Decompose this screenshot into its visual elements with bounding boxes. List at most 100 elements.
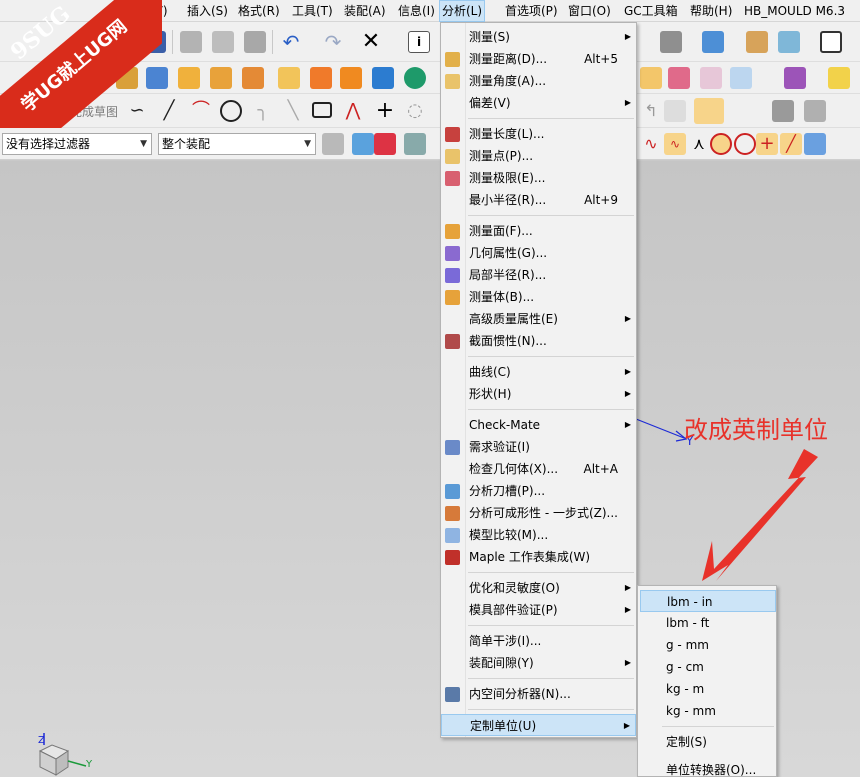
intersection-icon[interactable]: ⋏ (688, 133, 710, 155)
menu-item-deviation[interactable]: 偏差(V) ▶ (441, 92, 636, 114)
menu-item-measure-angle[interactable]: 测量角度(A)... (441, 70, 636, 92)
type-filter-dropdown[interactable]: 没有选择过滤器 ▼ (2, 133, 152, 155)
menu-item-requirements-validation[interactable]: 需求验证(I) (441, 436, 636, 458)
menu-item-space-analyzer[interactable]: 内空间分析器(N)... (441, 683, 636, 705)
menu-item-measure[interactable]: 测量(S) ▶ (441, 26, 636, 48)
point-icon[interactable]: + (374, 100, 396, 122)
menu-item-examine-geometry[interactable]: 检查几何体(X)... Alt+A (441, 458, 636, 480)
snap-midpoint-icon[interactable] (404, 133, 426, 155)
menu-hb-mould[interactable]: HB_MOULD M6.3 (742, 0, 847, 22)
menu-gc-toolkit[interactable]: GC工具箱 (622, 0, 680, 22)
menu-information[interactable]: 信息(I) (396, 0, 437, 22)
menu-item-simple-interference[interactable]: 简单干涉(I)... (441, 630, 636, 652)
trim-icon[interactable]: ↰ (640, 100, 662, 122)
view-icon[interactable] (778, 31, 800, 53)
undo-icon[interactable]: ↶ (280, 31, 302, 53)
menu-insert[interactable]: 插入(S) (185, 0, 230, 22)
menu-item-section-inertia[interactable]: 截面惯性(N)... (441, 330, 636, 352)
block-icon[interactable] (702, 31, 724, 53)
arc-center-icon[interactable] (710, 133, 732, 155)
cut-icon[interactable] (180, 31, 202, 53)
unit-kg-mm[interactable]: kg - mm (640, 700, 776, 722)
unit-lbm-ft[interactable]: lbm - ft (640, 612, 776, 634)
circle-icon[interactable] (220, 100, 242, 122)
curve-snap-icon[interactable]: ∿ (640, 133, 662, 155)
unit-g-mm[interactable]: g - mm (640, 634, 776, 656)
selection-scope-dropdown[interactable]: 整个装配 ▼ (158, 133, 316, 155)
filter-settings-icon[interactable] (322, 133, 344, 155)
offset-face-icon[interactable] (278, 67, 300, 89)
rectangle-icon[interactable] (312, 102, 332, 118)
datum-point-icon[interactable] (404, 67, 426, 89)
relations-icon[interactable] (804, 100, 826, 122)
snap-point-icon[interactable] (352, 133, 374, 155)
menu-item-measure-body[interactable]: 测量体(B)... (441, 286, 636, 308)
arc-icon[interactable]: ⌒ (190, 100, 212, 122)
menu-item-analyze-pocket[interactable]: 分析刀槽(P)... (441, 480, 636, 502)
menu-item-advanced-mass-properties[interactable]: 高级质量属性(E) ▶ (441, 308, 636, 330)
background-icon[interactable] (820, 31, 842, 53)
snap-endpoint-icon[interactable] (374, 133, 396, 155)
menu-format[interactable]: 格式(R) (236, 0, 282, 22)
shaded-icon[interactable] (730, 67, 752, 89)
menu-item-mold-part-validation[interactable]: 模具部件验证(P) ▶ (441, 599, 636, 621)
menu-item-local-radius[interactable]: 局部半径(R)... (441, 264, 636, 286)
array-icon[interactable] (340, 67, 362, 89)
unit-custom[interactable]: 定制(S) (640, 731, 776, 753)
menu-item-geometric-properties[interactable]: 几何属性(G)... (441, 242, 636, 264)
paste-icon[interactable] (244, 31, 266, 53)
delete-icon[interactable]: ✕ (360, 31, 382, 53)
menu-item-check-mate[interactable]: Check-Mate ▶ (441, 414, 636, 436)
constraint-icon[interactable] (664, 100, 686, 122)
point-on-curve-icon[interactable]: ╱ (780, 133, 802, 155)
boss-icon[interactable] (178, 67, 200, 89)
menu-item-optimization[interactable]: 优化和灵敏度(O) ▶ (441, 577, 636, 599)
menu-item-custom-units[interactable]: 定制单位(U) ▶ (441, 714, 636, 736)
info-icon[interactable]: i (408, 31, 430, 53)
menu-item-measure-point[interactable]: 测量点(P)... (441, 145, 636, 167)
face-icon[interactable] (660, 31, 682, 53)
menu-item-measure-limits[interactable]: 测量极限(E)... (441, 167, 636, 189)
menu-item-model-compare[interactable]: 模型比较(M)... (441, 524, 636, 546)
polygon-icon[interactable]: ⋀ (342, 100, 364, 122)
point-on-face-icon[interactable] (804, 133, 826, 155)
menu-tools[interactable]: 工具(T) (290, 0, 335, 22)
control-point-icon[interactable]: ∿ (664, 133, 686, 155)
unite-icon[interactable] (372, 67, 394, 89)
menu-item-formability-analysis[interactable]: 分析可成形性 - 一步式(Z)... (441, 502, 636, 524)
surface-icon[interactable] (640, 67, 662, 89)
material-icon[interactable] (828, 67, 850, 89)
menu-item-measure-distance[interactable]: 测量距离(D)... Alt+5 (441, 48, 636, 70)
pocket-icon[interactable] (210, 67, 232, 89)
fillet-icon[interactable]: ╮ (252, 100, 274, 122)
unit-lbm-in[interactable]: lbm - in (640, 590, 776, 612)
menu-assembly[interactable]: 装配(A) (342, 0, 388, 22)
menu-preferences[interactable]: 首选项(P) (503, 0, 560, 22)
menu-item-measure-face[interactable]: 测量面(F)... (441, 220, 636, 242)
existing-point-icon[interactable]: + (756, 133, 778, 155)
redo-icon[interactable]: ↷ (322, 31, 344, 53)
menu-help[interactable]: 帮助(H) (688, 0, 734, 22)
menu-item-measure-length[interactable]: 测量长度(L)... (441, 123, 636, 145)
unit-converter[interactable]: 单位转换器(O)... (640, 759, 776, 777)
pad-icon[interactable] (242, 67, 264, 89)
unit-g-cm[interactable]: g - cm (640, 656, 776, 678)
menu-item-curve[interactable]: 曲线(C) ▶ (441, 361, 636, 383)
unit-kg-m[interactable]: kg - m (640, 678, 776, 700)
copy-icon[interactable] (212, 31, 234, 53)
menu-analysis[interactable]: 分析(L) (439, 0, 486, 22)
dimension-icon[interactable] (694, 98, 724, 124)
mesh-icon[interactable] (668, 67, 690, 89)
pattern-icon[interactable] (310, 67, 332, 89)
display-constraint-icon[interactable] (772, 100, 794, 122)
menu-window[interactable]: 窗口(O) (566, 0, 613, 22)
quadrant-icon[interactable] (734, 133, 756, 155)
menu-item-assembly-clearance[interactable]: 装配间隙(Y) ▶ (441, 652, 636, 674)
menu-item-shape[interactable]: 形状(H) ▶ (441, 383, 636, 405)
section-icon[interactable] (700, 67, 722, 89)
menu-item-min-radius[interactable]: 最小半径(R)... Alt+9 (441, 189, 636, 211)
chamfer-icon[interactable]: ╲ (282, 100, 304, 122)
part-icon[interactable] (746, 31, 768, 53)
offset-curve-icon[interactable]: ◌ (404, 100, 426, 122)
render-icon[interactable] (784, 67, 806, 89)
